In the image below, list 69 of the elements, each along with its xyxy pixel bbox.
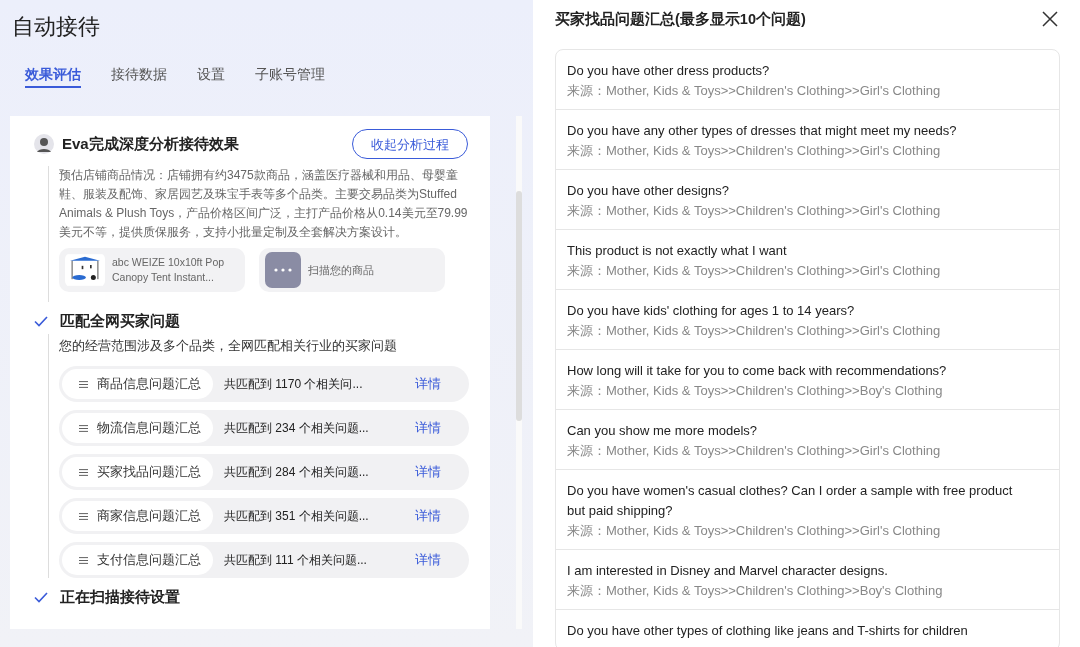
details-link[interactable]: 详情 bbox=[415, 419, 441, 437]
list-icon bbox=[79, 510, 88, 522]
question-text: Do you have kids' clothing for ages 1 to 14 years? bbox=[567, 302, 856, 320]
details-link[interactable]: 详情 bbox=[415, 507, 441, 525]
question-source: 来源：Mother, Kids & Toys>>Children's Clothing>>Boy's Clothing bbox=[567, 582, 944, 600]
question-source: 来源：Mother, Kids & Toys>>Children's Clothing>>Girl's Clothing bbox=[567, 82, 942, 100]
question-item[interactable]: Can you show me more models? 来源：Mother, Kids & Toys>>Children's Clothing>>Girl's Clothing bbox=[556, 410, 1059, 470]
match-count: 共匹配到 351 个相关问题... bbox=[224, 507, 370, 525]
tab[interactable]: 子账号管理 bbox=[255, 66, 325, 86]
step-title: 正在扫描接待设置 bbox=[60, 587, 180, 607]
match-count: 共匹配到 111 个相关问题... bbox=[224, 551, 368, 569]
question-item[interactable]: Do you have other types of clothing like jeans and T-shirts for children bbox=[556, 610, 1059, 647]
store-summary: 预估店铺商品情况：店铺拥有约3475款商品，涵盖医疗器械和用品、母婴童鞋、服装及配饰、家居园艺及珠宝手表等多个品类。主要交易品类为Stuffed Animals & Plush Toys，产品价格区间广泛，主打产品价格从0.14美元至79.99美元不等，提供质保服务，支持小批量定制及全套解决方案设计。 bbox=[59, 167, 469, 241]
question-source: 来源：Mother, Kids & Toys>>Children's Clothing>>Boy's Clothing bbox=[567, 382, 944, 400]
group-name: 买家找品问题汇总 bbox=[97, 463, 201, 481]
details-link[interactable]: 详情 bbox=[415, 551, 441, 569]
product-name: 扫描您的商品 bbox=[308, 262, 375, 278]
product-name: abc WEIZE 10x10ft Pop Canopy Tent Instant... bbox=[112, 255, 226, 285]
question-text: Do you have other designs? bbox=[567, 182, 730, 200]
list-icon bbox=[79, 378, 88, 390]
question-text: This product is not exactly what I want bbox=[567, 242, 788, 260]
tab[interactable]: 接待数据 bbox=[111, 66, 167, 86]
group-name: 物流信息问题汇总 bbox=[97, 419, 201, 437]
product-chip[interactable]: 扫描您的商品 bbox=[259, 248, 445, 292]
match-count: 共匹配到 1170 个相关问... bbox=[224, 375, 364, 393]
group-name: 支付信息问题汇总 bbox=[97, 551, 201, 569]
step-title: 匹配全网买家问题 bbox=[60, 311, 180, 331]
question-source: 来源：Mother, Kids & Toys>>Children's Clothing>>Girl's Clothing bbox=[567, 142, 942, 160]
drawer-title: 买家找品问题汇总(最多显示10个问题) bbox=[555, 9, 806, 29]
question-source: 来源：Mother, Kids & Toys>>Children's Clothing>>Girl's Clothing bbox=[567, 442, 942, 460]
question-source: 来源：Mother, Kids & Toys>>Children's Clothing>>Girl's Clothing bbox=[567, 262, 942, 280]
list-icon bbox=[79, 466, 88, 478]
question-item[interactable]: I am interested in Disney and Marvel character designs. 来源：Mother, Kids & Toys>>Children's Clothing>>Boy's Clothing bbox=[556, 550, 1059, 610]
question-item[interactable]: This product is not exactly what I want 来源：Mother, Kids & Toys>>Children's Clothing>>Girl's Clothing bbox=[556, 230, 1059, 290]
question-item[interactable]: Do you have women's casual clothes? Can I order a sample with free product but paid shipping? 来源：Mother, Kids & Toys>>Children's Clothing>>Girl's Clothing bbox=[556, 470, 1059, 550]
step-note: 您的经营范围涉及多个品类，全网匹配相关行业的买家问题 bbox=[59, 338, 398, 355]
question-source: 来源：Mother, Kids & Toys>>Children's Clothing>>Girl's Clothing bbox=[567, 322, 942, 340]
match-count: 共匹配到 234 个相关问题... bbox=[224, 419, 370, 437]
question-text: I am interested in Disney and Marvel character designs. bbox=[567, 562, 889, 580]
product-chip[interactable]: abc WEIZE 10x10ft Pop Canopy Tent Instant... bbox=[59, 248, 245, 292]
avatar-icon bbox=[34, 134, 54, 154]
question-item[interactable]: How long will it take for you to come back with recommendations? 来源：Mother, Kids & Toys>>Children's Clothing>>Boy's Clothing bbox=[556, 350, 1059, 410]
group-name: 商品信息问题汇总 bbox=[97, 375, 201, 393]
question-text: Can you show me more models? bbox=[567, 422, 759, 440]
list-icon bbox=[79, 554, 88, 566]
group-name: 商家信息问题汇总 bbox=[97, 507, 201, 525]
analysis-title: Eva完成深度分析接待效果 bbox=[62, 134, 240, 154]
question-text: Do you have any other types of dresses that might meet my needs? bbox=[567, 122, 958, 140]
question-item[interactable]: Do you have any other types of dresses that might meet my needs? 来源：Mother, Kids & Toys>>Children's Clothing>>Girl's Clothing bbox=[556, 110, 1059, 170]
scrollbar-thumb[interactable] bbox=[516, 191, 522, 421]
tab[interactable]: 效果评估 bbox=[25, 66, 81, 86]
question-text: Do you have other types of clothing like jeans and T-shirts for children bbox=[567, 622, 969, 640]
question-text: How long will it take for you to come back with recommendations? bbox=[567, 362, 948, 380]
question-source: 来源：Mother, Kids & Toys>>Children's Clothing>>Girl's Clothing bbox=[567, 202, 942, 220]
details-link[interactable]: 详情 bbox=[415, 375, 441, 393]
close-icon[interactable] bbox=[1042, 11, 1058, 27]
question-item[interactable]: Do you have other dress products? 来源：Mother, Kids & Toys>>Children's Clothing>>Girl's Clothing bbox=[556, 50, 1059, 110]
question-text: Do you have women's casual clothes? Can I order a sample with free product but paid shipping? bbox=[567, 482, 1014, 520]
tab[interactable]: 设置 bbox=[197, 66, 225, 86]
question-item[interactable]: Do you have kids' clothing for ages 1 to 14 years? 来源：Mother, Kids & Toys>>Children's Clothing>>Girl's Clothing bbox=[556, 290, 1059, 350]
question-source: 来源：Mother, Kids & Toys>>Children's Clothing>>Girl's Clothing bbox=[567, 522, 942, 540]
details-link[interactable]: 详情 bbox=[415, 463, 441, 481]
page-title: 自动接待 bbox=[11, 13, 101, 41]
question-item[interactable]: Do you have other designs? 来源：Mother, Kids & Toys>>Children's Clothing>>Girl's Clothing bbox=[556, 170, 1059, 230]
question-text: Do you have other dress products? bbox=[567, 62, 771, 80]
match-count: 共匹配到 284 个相关问题... bbox=[224, 463, 370, 481]
more-icon bbox=[265, 252, 301, 288]
list-icon bbox=[79, 422, 88, 434]
collapse-button[interactable]: 收起分析过程 bbox=[352, 129, 468, 159]
